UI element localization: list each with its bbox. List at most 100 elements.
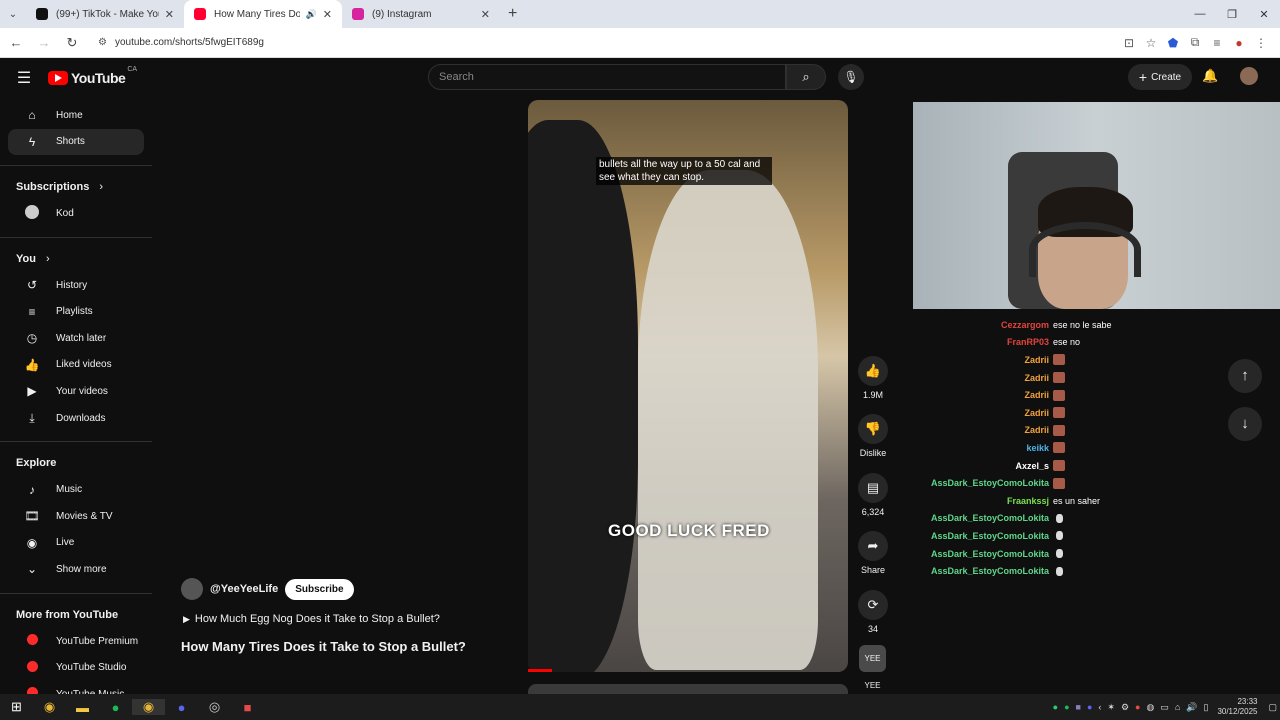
sidebar-item-show-more[interactable]: ⌄ Show more [8, 556, 146, 583]
sidebar-item-movies-tv[interactable]: 🎞 Movies & TV [8, 503, 146, 530]
like-button[interactable]: 👍 1.9M [857, 356, 889, 400]
sidebar-item-home[interactable]: ⌂ Home [8, 102, 146, 129]
sidebar-item-label: YouTube Studio [56, 662, 127, 674]
video-progress-bar[interactable] [528, 669, 552, 672]
next-short-preview[interactable] [528, 684, 848, 694]
notifications-bell-icon[interactable]: 🔔 [1202, 68, 1218, 84]
app-icon[interactable]: ■ [231, 700, 264, 715]
tab-search-icon[interactable]: ⌄ [0, 9, 26, 20]
comments-button[interactable]: ▤ 6,324 [857, 473, 889, 517]
file-explorer-icon[interactable]: ▬ [66, 700, 99, 715]
discord-icon[interactable]: ● [165, 700, 198, 715]
browser-tab[interactable]: How Many Tires Does it Take 🔊 ✕ [184, 0, 342, 28]
windows-start-icon[interactable]: ⊞ [0, 699, 33, 715]
subscribe-button[interactable]: Subscribe [285, 578, 354, 600]
you-heading[interactable]: You › [0, 246, 154, 272]
tab-close-icon[interactable]: ✕ [323, 8, 332, 21]
section-label: Explore [16, 457, 57, 470]
new-tab-button[interactable]: + [508, 5, 517, 23]
chat-message: Cezzargom ese no le sabe [913, 316, 1213, 334]
sidebar-item-youtube-studio[interactable]: YouTube Studio [8, 654, 146, 681]
sidebar-item-playlists[interactable]: ≡ Playlists [8, 298, 146, 325]
related-video-link[interactable]: ▶ How Much Egg Nog Does it Take to Stop a… [183, 613, 440, 625]
subscriptions-heading[interactable]: Subscriptions › [0, 174, 154, 200]
sidebar-item-live[interactable]: ◉ Live [8, 530, 146, 557]
tray-app-icon[interactable]: ■ [1076, 702, 1081, 712]
address-bar[interactable]: ⚙ youtube.com/shorts/5fwgEIT689g [92, 32, 1102, 54]
sidebar-item-watch-later[interactable]: ◷ Watch later [8, 325, 146, 352]
channel-sound-thumbnail[interactable]: YEE YEE [859, 645, 886, 690]
battery-icon[interactable]: ▯ [1203, 702, 1208, 713]
search-icon[interactable]: ⌕ [786, 64, 826, 90]
youtube-logo[interactable]: YouTube CA [48, 66, 137, 86]
gear-icon[interactable]: ⚙ [1121, 702, 1129, 713]
sidebar-item-history[interactable]: ↺ History [8, 272, 146, 299]
chat-message: Zadrii [913, 351, 1213, 369]
reload-icon[interactable]: ↻ [60, 35, 84, 51]
chrome-active-icon[interactable]: ◉ [132, 699, 165, 715]
chevron-left-icon[interactable]: ‹ [1098, 702, 1101, 712]
microphone-icon[interactable]: 🎙 [838, 64, 864, 90]
taskbar-clock[interactable]: 23:33 30/12/2025 [1217, 697, 1257, 717]
chat-message: Zadrii [913, 404, 1213, 422]
notification-center-icon[interactable]: ▢ [1268, 702, 1277, 713]
discord-tray-icon[interactable]: ● [1087, 702, 1092, 712]
profile-icon[interactable]: ● [1228, 36, 1250, 50]
chat-message: keikk [913, 439, 1213, 457]
spotify-tray-icon[interactable]: ● [1064, 702, 1069, 712]
sidebar-item-downloads[interactable]: ⤓ Downloads [8, 405, 146, 432]
browser-tab[interactable]: (99+) TikTok - Make Your Day ✕ [26, 0, 184, 28]
video-icon: ▶ [27, 384, 37, 399]
tab-title: (9) Instagram [372, 8, 432, 20]
back-icon[interactable]: ← [4, 35, 28, 50]
shorts-video-player[interactable]: bullets all the way up to a 50 cal and s… [528, 100, 848, 672]
browser-tab[interactable]: (9) Instagram ✕ [342, 0, 500, 28]
hamburger-menu-icon[interactable]: ☰ [0, 68, 48, 88]
extensions-icon[interactable]: ⧉ [1184, 35, 1206, 50]
close-window-icon[interactable]: ✕ [1248, 8, 1280, 21]
spotify-icon[interactable]: ● [99, 700, 132, 715]
search-input[interactable]: Search [428, 64, 786, 90]
bookmark-star-icon[interactable]: ☆ [1140, 36, 1162, 50]
share-button[interactable]: ➦ Share [857, 531, 889, 575]
network-icon[interactable]: ⌂ [1175, 702, 1180, 712]
tray-app-icon[interactable]: ● [1135, 702, 1140, 712]
related-video-title: How Much Egg Nog Does it Take to Stop a … [194, 613, 440, 625]
speaker-icon[interactable]: 🔊 [1186, 702, 1197, 713]
restore-icon[interactable]: ❐ [1216, 8, 1248, 21]
tab-audio-icon[interactable]: 🔊 [306, 9, 317, 20]
bluetooth-icon[interactable]: ✶ [1107, 702, 1115, 713]
sidebar-item-music[interactable]: ♪ Music [8, 476, 146, 503]
forward-icon[interactable]: → [32, 35, 56, 50]
previous-short-arrow-icon[interactable]: ↑ [1228, 359, 1262, 393]
channel-name[interactable]: @YeeYeeLife [210, 583, 278, 595]
tray-app-icon[interactable]: ◍ [1146, 702, 1154, 713]
remix-button[interactable]: ⟳ 34 [857, 590, 889, 634]
obs-icon[interactable]: ◎ [198, 699, 231, 715]
media-control-icon[interactable]: ≡ [1206, 36, 1228, 50]
next-short-arrow-icon[interactable]: ↓ [1228, 407, 1262, 441]
install-app-icon[interactable]: ⊡ [1118, 36, 1140, 50]
create-button[interactable]: + Create [1128, 64, 1192, 90]
sidebar-item-liked-videos[interactable]: 👍 Liked videos [8, 352, 146, 379]
sidebar-item-shorts[interactable]: ϟ Shorts [8, 128, 144, 156]
tab-close-icon[interactable]: ✕ [481, 8, 490, 21]
minimize-icon[interactable]: — [1184, 8, 1216, 20]
sidebar-item-kod[interactable]: Kod [8, 200, 146, 227]
divider [0, 236, 152, 238]
shield-extension-icon[interactable]: ⬟ [1162, 36, 1184, 50]
site-info-icon[interactable]: ⚙ [98, 37, 107, 48]
sidebar-item-youtube-premium[interactable]: YouTube Premium [8, 628, 146, 655]
film-icon: 🎞 [24, 509, 40, 524]
tab-close-icon[interactable]: ✕ [165, 8, 174, 21]
account-avatar[interactable] [1240, 67, 1258, 85]
dislike-button[interactable]: 👎 Dislike [857, 414, 889, 458]
browser-menu-icon[interactable]: ⋮ [1250, 36, 1272, 50]
chat-emote-icon [1053, 354, 1065, 366]
display-icon[interactable]: ▭ [1160, 702, 1169, 713]
video-caption-top: bullets all the way up to a 50 cal and s… [596, 157, 772, 185]
tray-app-icon[interactable]: ● [1053, 702, 1058, 712]
sidebar-item-your-videos[interactable]: ▶ Your videos [8, 378, 146, 405]
channel-avatar[interactable] [181, 578, 203, 600]
chrome-taskbar-icon[interactable]: ◉ [33, 699, 66, 715]
